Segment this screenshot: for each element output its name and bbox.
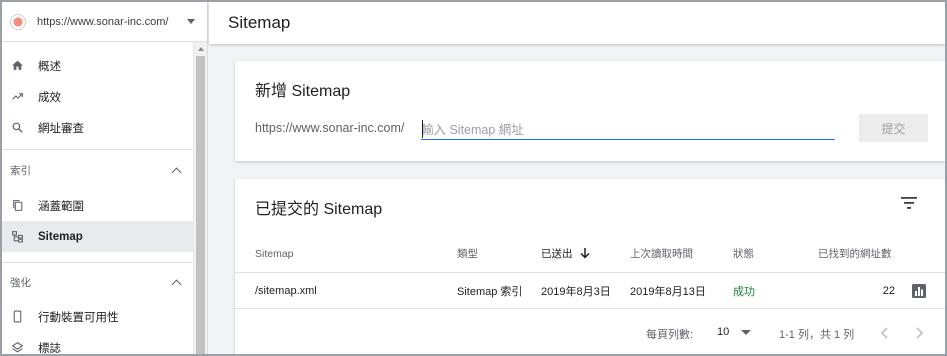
sidebar-item-label: 網址審查: [38, 122, 84, 135]
text-caret: [422, 120, 423, 138]
section-header-index[interactable]: 索引: [2, 150, 194, 190]
page-header: Sitemap: [209, 2, 945, 44]
search-icon: [10, 121, 24, 135]
page-title: Sitemap: [228, 13, 291, 32]
section-title: 強化: [10, 276, 31, 289]
sitemap-icon: [10, 230, 24, 244]
property-selector[interactable]: https://www.sonar-inc.com/: [2, 2, 207, 42]
scrollbar-thumb[interactable]: [196, 56, 205, 354]
chevron-right-icon[interactable]: [912, 326, 926, 340]
cell-type: Sitemap 索引: [457, 285, 523, 298]
submitted-sitemaps-title: 已提交的 Sitemap: [255, 201, 383, 218]
arrow-down-icon: [579, 248, 590, 259]
column-header-type[interactable]: 類型: [457, 235, 478, 272]
phone-icon: [10, 310, 24, 324]
sitemap-url-field[interactable]: [421, 121, 835, 140]
pagination-range: 1-1 列，共 1 列: [779, 329, 855, 341]
column-header-last-read[interactable]: 上次讀取時間: [630, 235, 693, 272]
table-header-row: Sitemap 類型 已送出 上次讀取時間 狀態 已找到的網址數: [235, 235, 945, 272]
bar-chart-icon: [912, 283, 926, 298]
dropdown-caret-icon[interactable]: [741, 330, 751, 335]
property-url: https://www.sonar-inc.com/: [37, 15, 169, 28]
rows-per-page-select[interactable]: 10: [717, 326, 729, 338]
table-row[interactable]: /sitemap.xml Sitemap 索引 2019年8月3日 2019年8…: [235, 272, 945, 309]
sidebar-item-label: 行動裝置可用性: [38, 311, 119, 324]
add-sitemap-card: 新增 Sitemap https://www.sonar-inc.com/ 提交: [235, 61, 945, 161]
section-header-enhancements[interactable]: 強化: [2, 263, 194, 301]
sitemap-url-prefix: https://www.sonar-inc.com/: [255, 121, 405, 135]
sidebar-scrollbar[interactable]: [193, 42, 207, 354]
column-header-sent[interactable]: 已送出: [541, 235, 590, 272]
sidebar-item-label: 標誌: [38, 342, 61, 355]
sidebar-item-label: 概述: [38, 60, 61, 73]
sidebar-item-label: 成效: [38, 91, 61, 104]
chevron-left-icon[interactable]: [878, 326, 892, 340]
submitted-sitemaps-card: 已提交的 Sitemap Sitemap 類型 已送出 上次讀取時間 狀態 已找…: [235, 179, 945, 356]
submit-button[interactable]: 提交: [859, 114, 928, 142]
home-icon: [10, 59, 24, 73]
cell-sent: 2019年8月3日: [541, 285, 611, 298]
open-report-button[interactable]: [912, 273, 926, 308]
scroll-up-icon[interactable]: [194, 42, 207, 56]
cell-found-urls: 22: [882, 284, 895, 297]
sidebar-item-performance[interactable]: 成效: [2, 81, 194, 112]
sidebar-item-url-inspection[interactable]: 網址審查: [2, 112, 194, 143]
chevron-down-icon: [187, 19, 195, 24]
cell-status: 成功: [733, 285, 755, 298]
sidebar-item-overview[interactable]: 概述: [2, 50, 194, 81]
layers-icon: [10, 341, 24, 355]
column-header-sitemap[interactable]: Sitemap: [255, 235, 294, 272]
rows-per-page-label: 每頁列數:: [646, 329, 694, 341]
sidebar-item-mobile-usability[interactable]: 行動裝置可用性: [2, 301, 194, 332]
sitemaps-table: Sitemap 類型 已送出 上次讀取時間 狀態 已找到的網址數 /sitema…: [235, 235, 945, 309]
sidebar-item-sitemap[interactable]: Sitemap: [2, 221, 194, 252]
sidebar-item-label: 涵蓋範圍: [38, 200, 84, 213]
pagination: 每頁列數: 10 1-1 列，共 1 列: [235, 320, 945, 344]
cell-sitemap: /sitemap.xml: [255, 284, 317, 297]
sidebar-item-coverage[interactable]: 涵蓋範圍: [2, 190, 194, 221]
section-title: 索引: [10, 164, 31, 177]
chevron-up-icon: [171, 167, 182, 177]
column-header-label: 已送出: [541, 248, 573, 260]
sidebar-item-label: Sitemap: [38, 230, 83, 243]
copy-pages-icon: [10, 199, 24, 213]
sidebar-nav: 概述 成效 網址審查 索引 涵蓋範圍 Sitemap 強化 行動裝置可用性 標誌: [2, 42, 194, 354]
column-header-status[interactable]: 狀態: [733, 235, 754, 272]
column-header-found-urls[interactable]: 已找到的網址數: [818, 235, 892, 272]
property-favicon-icon: [10, 13, 26, 30]
add-sitemap-title: 新增 Sitemap: [255, 83, 351, 100]
sidebar: https://www.sonar-inc.com/ 概述 成效 網址審查 索引: [2, 2, 208, 354]
sitemap-url-input[interactable]: [421, 121, 835, 139]
trending-up-icon: [10, 90, 24, 104]
chevron-up-icon: [171, 279, 182, 289]
sidebar-item-logos[interactable]: 標誌: [2, 332, 194, 354]
filter-icon[interactable]: [901, 196, 917, 210]
cell-last-read: 2019年8月13日: [630, 285, 706, 298]
